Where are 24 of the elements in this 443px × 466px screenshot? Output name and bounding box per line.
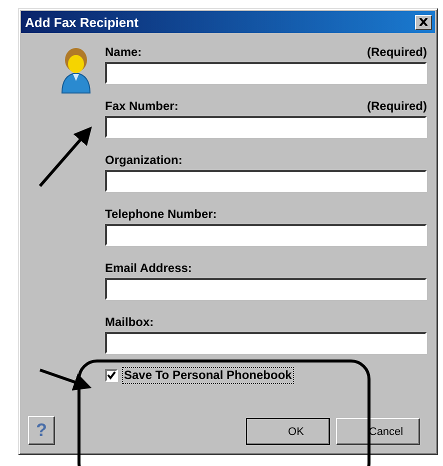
required-note: (Required) bbox=[367, 45, 427, 61]
field-label: Organization: bbox=[105, 153, 182, 169]
person-icon bbox=[60, 45, 92, 95]
annotation-arrow bbox=[38, 126, 92, 187]
field-label: Telephone Number: bbox=[105, 207, 217, 223]
annotation-arrow bbox=[40, 368, 92, 391]
close-button[interactable] bbox=[415, 14, 432, 30]
check-icon bbox=[107, 371, 116, 380]
close-icon bbox=[419, 18, 428, 26]
checkbox[interactable] bbox=[105, 369, 118, 382]
field-label: Name: bbox=[105, 45, 142, 61]
input-field[interactable] bbox=[105, 116, 427, 138]
field-label: Email Address: bbox=[105, 261, 192, 277]
dialog-button[interactable]: OK bbox=[246, 418, 330, 445]
input-field[interactable] bbox=[105, 278, 427, 300]
field-label: Fax Number: bbox=[105, 99, 178, 115]
input-field[interactable] bbox=[105, 224, 427, 246]
field-label: Mailbox: bbox=[105, 315, 154, 331]
checkbox-label[interactable]: Save To Personal Phonebook bbox=[122, 367, 294, 384]
required-note: (Required) bbox=[367, 99, 427, 115]
input-field[interactable] bbox=[105, 62, 427, 84]
input-field[interactable] bbox=[105, 170, 427, 192]
input-field[interactable] bbox=[105, 332, 427, 354]
window-title: Add Fax Recipient bbox=[25, 14, 138, 30]
